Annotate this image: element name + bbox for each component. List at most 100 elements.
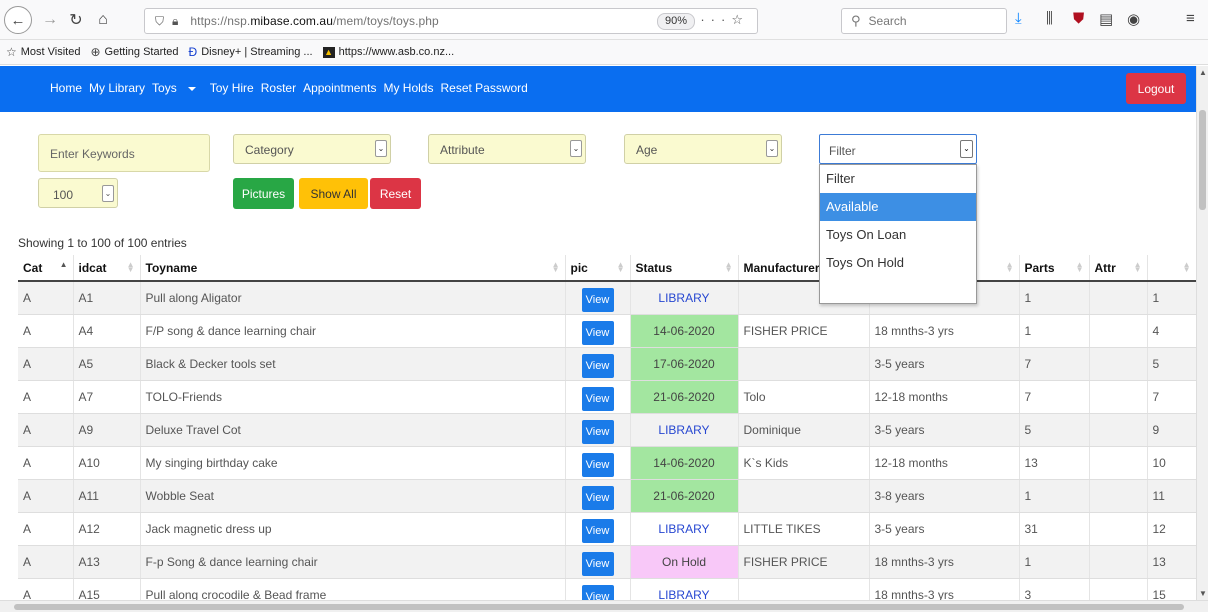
per-page-select[interactable]: 100 ⌄ bbox=[38, 178, 118, 208]
view-button[interactable]: View bbox=[581, 386, 614, 411]
bookmark-asb[interactable]: ▲ https://www.asb.co.nz... bbox=[322, 46, 454, 58]
cell-age: 3-8 years bbox=[869, 479, 1020, 513]
cell-no: 7 bbox=[1147, 380, 1196, 414]
url-text: https://nsp.mibase.com.au/mem/toys/toys.… bbox=[190, 14, 439, 28]
scrollbar-thumb[interactable] bbox=[1199, 110, 1206, 210]
nav-appointments[interactable]: Appointments bbox=[303, 81, 376, 95]
cell-status: On Hold bbox=[630, 545, 739, 579]
reload-button[interactable]: ↻ bbox=[64, 8, 88, 32]
menu-icon[interactable]: ≡ bbox=[1186, 10, 1195, 27]
nav-toys[interactable]: Toys bbox=[152, 81, 203, 95]
scrollbar-thumb[interactable] bbox=[14, 604, 1184, 610]
nav-my-library[interactable]: My Library bbox=[89, 81, 145, 95]
cell-parts: 5 bbox=[1019, 413, 1090, 447]
nav-reset-password[interactable]: Reset Password bbox=[440, 81, 527, 95]
view-button[interactable]: View bbox=[581, 551, 614, 576]
view-button[interactable]: View bbox=[581, 353, 614, 378]
bookmark-most-visited[interactable]: ☆ Most Visited bbox=[6, 45, 80, 59]
cell-status: 21-06-2020 bbox=[630, 479, 739, 513]
zoom-badge[interactable]: 90% bbox=[656, 13, 695, 30]
chevron-down-icon: ⌄ bbox=[960, 140, 973, 158]
cell-manufacturer bbox=[738, 479, 870, 513]
view-button[interactable]: View bbox=[581, 287, 614, 312]
vertical-scrollbar[interactable]: ▲ ▼ bbox=[1196, 66, 1208, 600]
cell-attr bbox=[1089, 380, 1148, 414]
filter-option-filter[interactable]: Filter bbox=[820, 165, 976, 193]
cell-idcat: A12 bbox=[73, 512, 141, 546]
cell-parts: 13 bbox=[1019, 446, 1090, 480]
pictures-button[interactable]: Pictures bbox=[233, 178, 294, 209]
show-all-button[interactable]: Show All bbox=[299, 178, 368, 209]
category-select[interactable]: Category ⌄ bbox=[233, 134, 391, 164]
cell-toyname: Wobble Seat bbox=[140, 479, 566, 513]
col-header-attr[interactable]: Attr ▲ ▼ bbox=[1089, 255, 1148, 282]
disney-icon: Ð bbox=[188, 45, 198, 59]
logout-button[interactable]: Logout bbox=[1126, 73, 1186, 104]
col-header-idcat[interactable]: idcat ▲ ▼ bbox=[73, 255, 141, 282]
cell-pic: View bbox=[565, 446, 631, 480]
page-actions-icon[interactable]: ···☆ bbox=[700, 12, 749, 28]
url-bar[interactable]: ⛉ 🔒︎ https://nsp.mibase.com.au/mem/toys/… bbox=[144, 8, 758, 34]
shield-icon: ⛉ bbox=[155, 13, 165, 28]
reader-icon[interactable]: ▤ bbox=[1099, 10, 1113, 28]
table-row: A A5 Black & Decker tools set View 17-06-202… bbox=[18, 347, 1196, 381]
col-header-no[interactable]: ▲ ▼ bbox=[1147, 255, 1196, 282]
cell-attr bbox=[1089, 512, 1148, 546]
cell-attr bbox=[1089, 314, 1148, 348]
filter-select[interactable]: Filter ⌄ bbox=[819, 134, 977, 164]
nav-roster[interactable]: Roster bbox=[261, 81, 296, 95]
filter-option-on-loan[interactable]: Toys On Loan bbox=[820, 221, 976, 249]
age-select[interactable]: Age ⌄ bbox=[624, 134, 782, 164]
col-header-toyname[interactable]: Toyname ▲ ▼ bbox=[140, 255, 566, 282]
view-button[interactable]: View bbox=[581, 320, 614, 345]
account-icon[interactable]: ◉ bbox=[1127, 10, 1140, 28]
ublock-icon[interactable]: ⛊ bbox=[1073, 10, 1084, 27]
view-button[interactable]: View bbox=[581, 485, 614, 510]
col-header-parts[interactable]: Parts ▲ ▼ bbox=[1019, 255, 1090, 282]
view-button[interactable]: View bbox=[581, 419, 614, 444]
cell-parts: 1 bbox=[1019, 479, 1090, 513]
view-button[interactable]: View bbox=[581, 518, 614, 543]
keywords-input[interactable]: Enter Keywords bbox=[38, 134, 210, 172]
horizontal-scrollbar[interactable] bbox=[0, 600, 1208, 612]
col-header-pic[interactable]: pic ▲ ▼ bbox=[565, 255, 631, 282]
table-row: A A12 Jack magnetic dress up View LIBRARY LIT… bbox=[18, 512, 1196, 546]
library-icon[interactable]: ⫼ bbox=[1046, 10, 1053, 27]
cell-parts: 1 bbox=[1019, 545, 1090, 579]
nav-my-holds[interactable]: My Holds bbox=[383, 81, 433, 95]
entries-info: Showing 1 to 100 of 100 entries bbox=[18, 236, 187, 250]
download-icon[interactable]: ⤓ bbox=[1015, 10, 1022, 27]
scroll-up-icon[interactable]: ▲ bbox=[1199, 68, 1207, 77]
bookmark-disney[interactable]: Ð Disney+ | Streaming ... bbox=[189, 45, 313, 59]
back-button[interactable]: ← bbox=[4, 6, 32, 34]
home-button[interactable]: ⌂ bbox=[91, 8, 115, 32]
filter-option-on-hold[interactable]: Toys On Hold bbox=[820, 249, 976, 277]
scroll-down-icon[interactable]: ▼ bbox=[1199, 589, 1207, 598]
bookmark-getting-started[interactable]: ⊕ Getting Started bbox=[90, 45, 178, 59]
asb-icon: ▲ bbox=[322, 46, 335, 58]
cell-cat: A bbox=[18, 479, 74, 513]
col-header-status[interactable]: Status ▲ ▼ bbox=[630, 255, 739, 282]
search-bar[interactable]: ⚲ Search bbox=[841, 8, 1007, 34]
cell-pic: View bbox=[565, 413, 631, 447]
cell-cat: A bbox=[18, 545, 74, 579]
view-button[interactable]: View bbox=[581, 452, 614, 477]
reset-button[interactable]: Reset bbox=[370, 178, 421, 209]
cell-toyname: My singing birthday cake bbox=[140, 446, 566, 480]
nav-home[interactable]: Home bbox=[50, 81, 82, 95]
col-header-cat[interactable]: Cat ▲ bbox=[18, 255, 74, 282]
attribute-select[interactable]: Attribute ⌄ bbox=[428, 134, 586, 164]
cell-age: 18 mnths-3 yrs bbox=[869, 314, 1020, 348]
cell-status: LIBRARY bbox=[630, 281, 739, 315]
nav-toy-hire[interactable]: Toy Hire bbox=[210, 81, 254, 95]
nav-links: Home My Library Toys Toy Hire Roster App… bbox=[50, 81, 535, 95]
view-button[interactable]: View bbox=[581, 584, 614, 600]
top-navbar: Home My Library Toys Toy Hire Roster App… bbox=[0, 66, 1196, 112]
filter-option-available[interactable]: Available bbox=[820, 193, 976, 221]
cell-idcat: A4 bbox=[73, 314, 141, 348]
cell-attr bbox=[1089, 446, 1148, 480]
cell-idcat: A13 bbox=[73, 545, 141, 579]
forward-button[interactable]: → bbox=[38, 8, 62, 32]
cell-age: 3-5 years bbox=[869, 413, 1020, 447]
cell-parts: 1 bbox=[1019, 314, 1090, 348]
